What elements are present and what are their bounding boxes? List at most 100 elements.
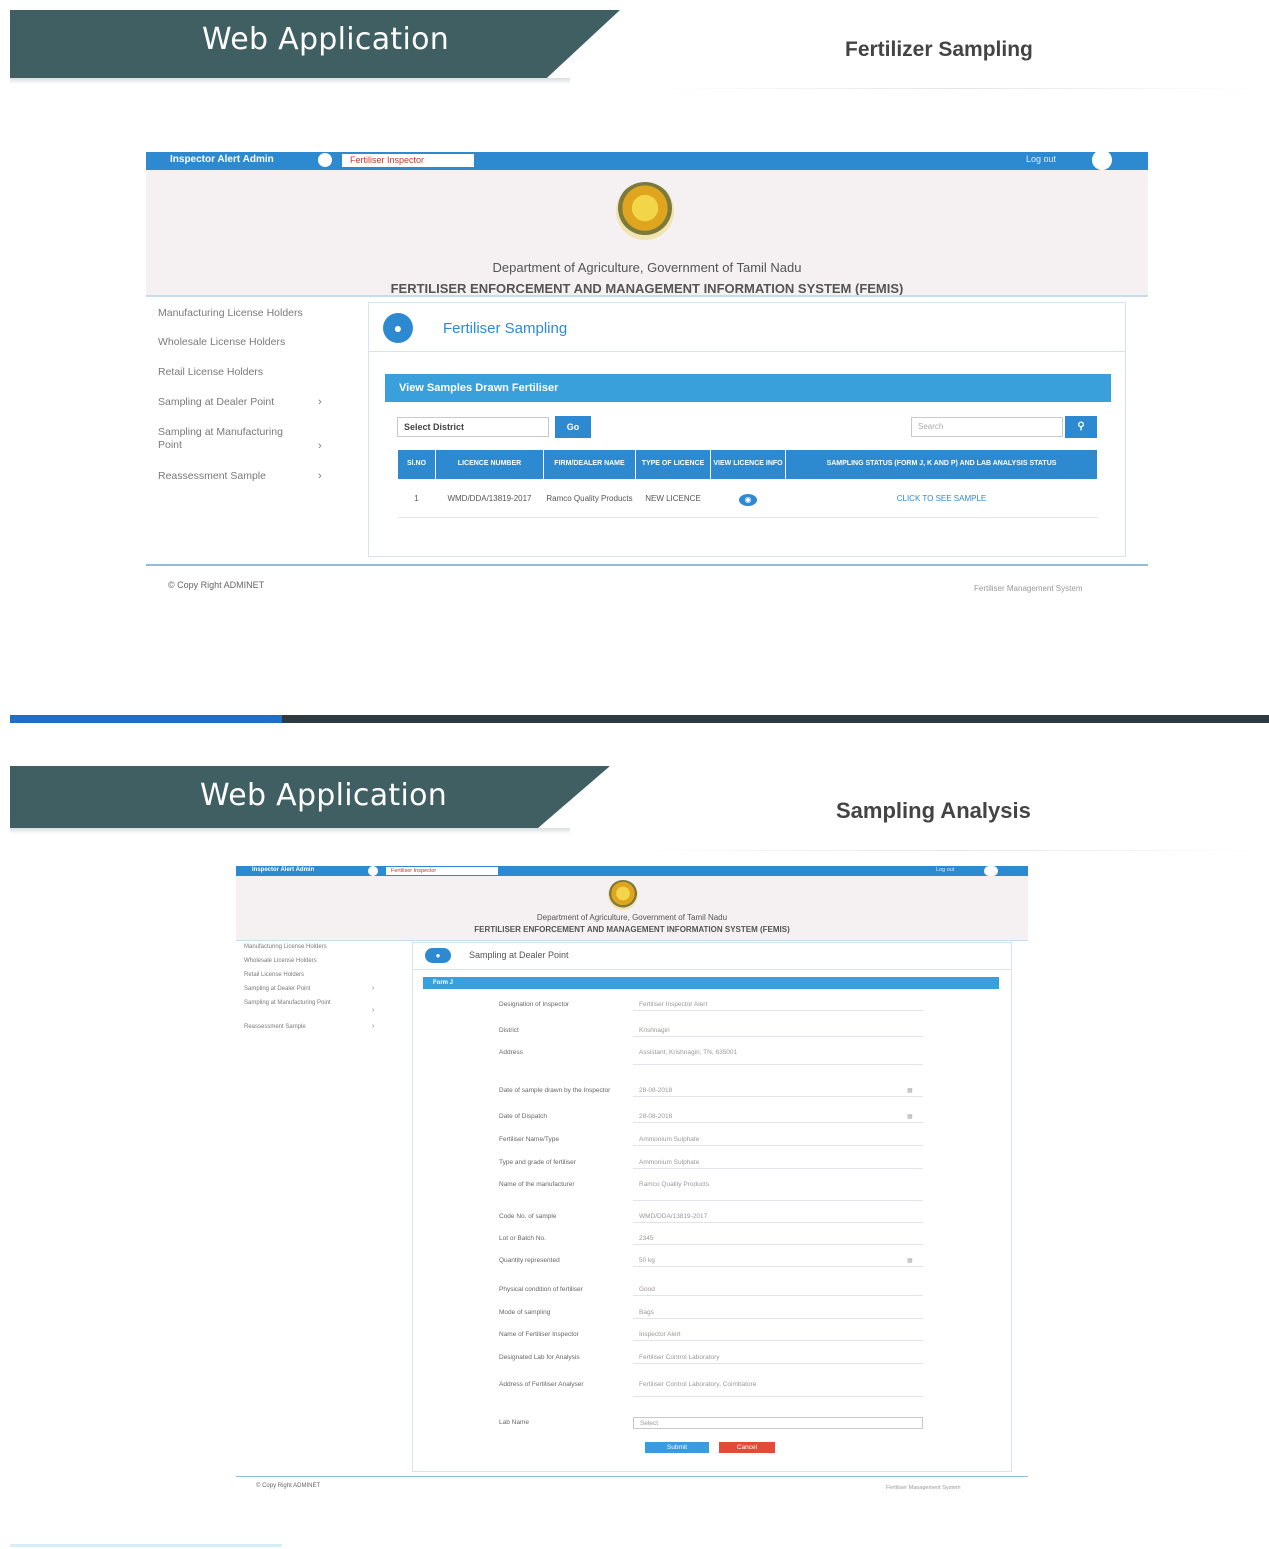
footer-system: Fertiliser Management System bbox=[886, 1485, 961, 1491]
app-topbar: Inspector Alert Admin Fertiliser Inspect… bbox=[146, 150, 1148, 170]
submit-button[interactable]: Submit bbox=[645, 1442, 709, 1453]
sidebar-item-wholesale[interactable]: Wholesale License Holders bbox=[158, 336, 285, 348]
sidebar-item-retail[interactable]: Retail License Holders bbox=[244, 972, 304, 978]
cell-firm-name: Ramco Quality Products bbox=[543, 479, 636, 518]
form-input[interactable]: 28-08-2018 bbox=[633, 1085, 923, 1097]
settings-icon[interactable] bbox=[1092, 150, 1112, 170]
form-input[interactable]: Ramco Quality Products bbox=[633, 1179, 923, 1201]
topbar-user[interactable]: Inspector Alert Admin bbox=[170, 154, 274, 165]
banner-title: Web Application bbox=[202, 22, 450, 57]
search-icon[interactable]: ⚲ bbox=[1065, 416, 1097, 438]
app-window: Inspector Alert Admin Fertiliser Inspect… bbox=[236, 866, 1028, 1501]
user-group-icon: ● bbox=[383, 313, 413, 343]
chevron-right-icon: › bbox=[372, 1007, 375, 1014]
form-input[interactable]: Good bbox=[633, 1284, 923, 1296]
form-input[interactable]: WMD/DDA/13819-2017 bbox=[633, 1211, 923, 1223]
form-input[interactable]: Ammonium Sulphate bbox=[633, 1157, 923, 1169]
cell-sampling-status: CLICK TO SEE SAMPLE bbox=[785, 479, 1098, 518]
topbar-tab[interactable]: Fertiliser Inspector bbox=[342, 154, 474, 167]
col-header: VIEW LICENCE INFO bbox=[710, 449, 786, 480]
col-header: SAMPLING STATUS (FORM J, K AND P) AND LA… bbox=[785, 449, 1098, 480]
col-header: Sl.NO bbox=[397, 449, 436, 480]
form-label: Date of Dispatch bbox=[499, 1113, 548, 1120]
form-label: Fertiliser Name/Type bbox=[499, 1136, 559, 1143]
cell-sl-no: 1 bbox=[397, 479, 436, 518]
go-button[interactable]: Go bbox=[555, 416, 591, 438]
logout-link[interactable]: Log out bbox=[1026, 154, 1056, 164]
sidebar-item-manufacturing[interactable]: Manufacturing License Holders bbox=[244, 944, 327, 950]
form-label: Designation of Inspector bbox=[499, 1001, 570, 1008]
cell-view-licence: ◉ bbox=[710, 479, 786, 518]
topbar-user[interactable]: Inspector Alert Admin bbox=[252, 867, 314, 873]
sampling-form: Designation of Inspector Fertiliser Inspe… bbox=[499, 1001, 929, 1441]
app-window: Inspector Alert Admin Fertiliser Inspect… bbox=[146, 150, 1148, 602]
footer-copyright: © Copy Right ADMINET bbox=[168, 580, 265, 590]
sidebar-item-retail[interactable]: Retail License Holders bbox=[158, 366, 263, 378]
cell-licence-number: WMD/DDA/13819-2017 bbox=[435, 479, 544, 518]
form-label: Type and grade of fertiliser bbox=[499, 1159, 576, 1166]
sidebar-item-manufacturing[interactable]: Manufacturing License Holders bbox=[158, 307, 303, 319]
panel-title: Fertiliser Sampling bbox=[443, 320, 568, 337]
form-input[interactable]: 28-08-2018 bbox=[633, 1111, 923, 1123]
district-select[interactable]: Select District bbox=[397, 417, 549, 437]
topbar-tab[interactable]: Fertiliser Inspector bbox=[386, 867, 498, 875]
form-input[interactable]: Fertiliser Inspector Alert bbox=[633, 999, 923, 1011]
sidebar-item-manufacturing-point[interactable]: Sampling at Manufacturing Point bbox=[244, 1000, 331, 1006]
department-name: Department of Agriculture, Government of… bbox=[492, 260, 802, 275]
sidebar-item-label-continued: Point bbox=[158, 439, 182, 451]
form-input[interactable]: Assistant, Krishnagiri, TN, 635001 bbox=[633, 1047, 923, 1065]
footer-divider bbox=[236, 1476, 1028, 1477]
form-label: Code No. of sample bbox=[499, 1213, 557, 1220]
footer-system: Fertiliser Management System bbox=[974, 584, 1083, 593]
cancel-button[interactable]: Cancel bbox=[719, 1442, 775, 1453]
slide-sampling-analysis: Web Application Sampling Analysis Inspec… bbox=[0, 750, 1269, 1549]
form-input[interactable]: Krishnagiri bbox=[633, 1025, 923, 1037]
user-group-icon: ● bbox=[425, 948, 451, 963]
lab-name-select[interactable]: Select bbox=[633, 1417, 923, 1429]
form-label: Lot or Batch No. bbox=[499, 1235, 546, 1242]
col-header: TYPE OF LICENCE bbox=[635, 449, 711, 480]
calendar-icon[interactable]: ▦ bbox=[907, 1087, 913, 1094]
chevron-right-icon: › bbox=[372, 1023, 375, 1030]
sidebar-item-reassessment[interactable]: Reassessment Sample bbox=[244, 1024, 306, 1030]
calendar-icon[interactable]: ▦ bbox=[907, 1257, 913, 1264]
form-input[interactable]: Ammonium Sulphate bbox=[633, 1134, 923, 1146]
tamil-nadu-emblem-icon bbox=[616, 182, 674, 240]
section-header: Form J bbox=[423, 977, 999, 989]
settings-icon[interactable] bbox=[984, 866, 998, 876]
form-label: Lab Name bbox=[499, 1419, 529, 1426]
see-sample-link[interactable]: CLICK TO SEE SAMPLE bbox=[897, 494, 987, 503]
slide-fertilizer-sampling: Web Application Fertilizer Sampling Insp… bbox=[0, 0, 1269, 700]
logout-link[interactable]: Log out bbox=[936, 867, 954, 873]
form-input[interactable]: Fertiliser Control Laboratory bbox=[633, 1352, 923, 1364]
panel-title: Sampling at Dealer Point bbox=[469, 950, 569, 960]
user-icon[interactable] bbox=[368, 866, 378, 876]
sidebar-item-wholesale[interactable]: Wholesale License Holders bbox=[244, 958, 317, 964]
app-header: Department of Agriculture, Government of… bbox=[236, 876, 1028, 940]
sidebar-item-reassessment[interactable]: Reassessment Sample bbox=[158, 470, 266, 482]
calendar-icon[interactable]: ▦ bbox=[907, 1113, 913, 1120]
search-input[interactable]: Search bbox=[911, 417, 1063, 437]
form-input[interactable]: Inspector Alert bbox=[633, 1329, 923, 1341]
footer-copyright: © Copy Right ADMINET bbox=[256, 1483, 321, 1489]
sidebar-item-manufacturing-point[interactable]: Sampling at Manufacturing bbox=[158, 426, 283, 438]
chevron-right-icon: › bbox=[318, 396, 322, 408]
form-input[interactable]: Fertiliser Control Laboratory, Coimbator… bbox=[633, 1379, 923, 1397]
form-input[interactable]: Bags bbox=[633, 1307, 923, 1319]
department-name: Department of Agriculture, Government of… bbox=[536, 913, 728, 922]
sidebar-item-dealer-point[interactable]: Sampling at Dealer Point bbox=[244, 986, 310, 992]
banner-title: Web Application bbox=[200, 778, 448, 813]
footer-divider bbox=[146, 564, 1148, 566]
eye-icon[interactable]: ◉ bbox=[739, 494, 757, 507]
sidebar: Manufacturing License Holders Wholesale … bbox=[146, 302, 356, 542]
form-label: Address bbox=[499, 1049, 523, 1056]
system-name: FERTILISER ENFORCEMENT AND MANAGEMENT IN… bbox=[474, 925, 790, 934]
form-input[interactable]: 2345 bbox=[633, 1233, 923, 1245]
banner-shadow bbox=[10, 828, 570, 834]
col-header: FIRM/DEALER NAME bbox=[543, 449, 636, 480]
form-label: Quantity represented bbox=[499, 1257, 560, 1264]
subtitle-underline bbox=[648, 88, 1268, 89]
sidebar-item-dealer-point[interactable]: Sampling at Dealer Point bbox=[158, 396, 274, 408]
form-input[interactable]: 50 kg bbox=[633, 1255, 923, 1267]
user-icon[interactable] bbox=[318, 153, 332, 167]
